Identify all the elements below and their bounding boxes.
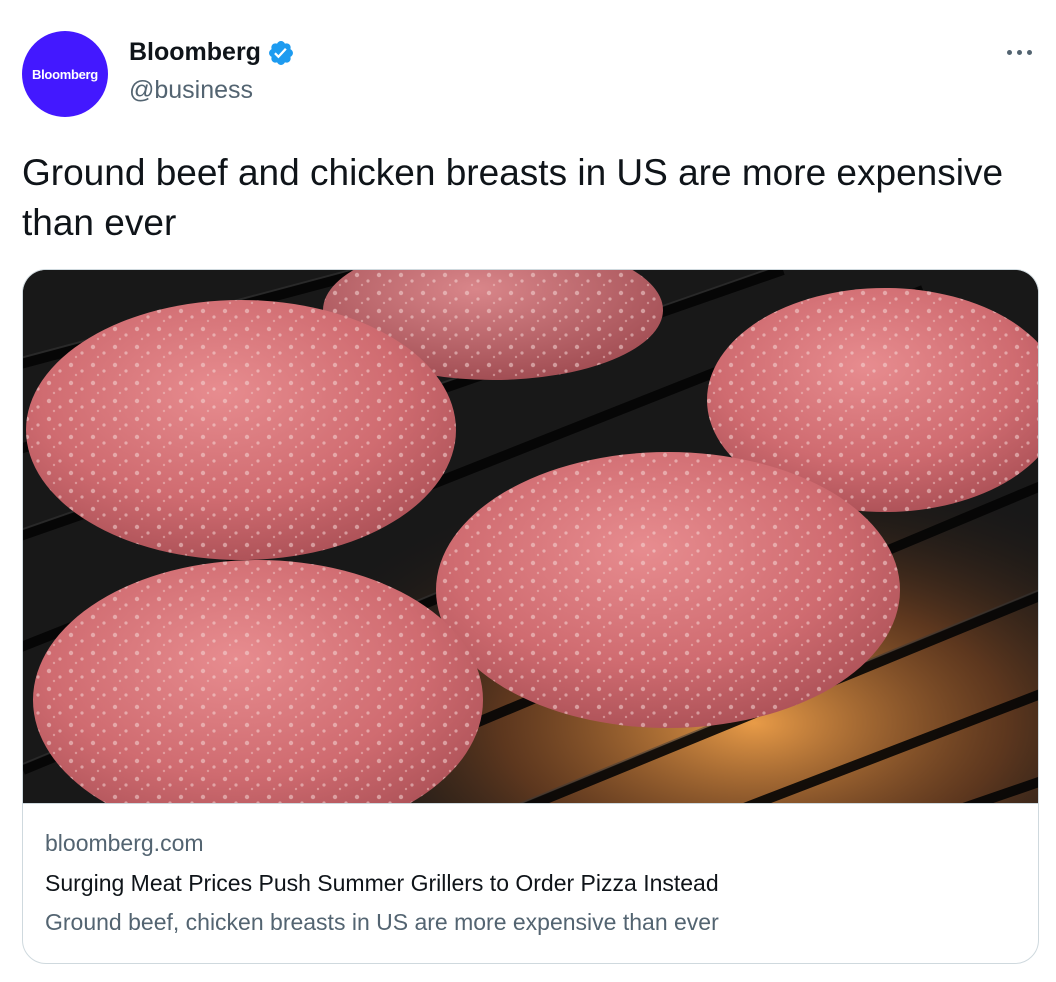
card-image[interactable]	[23, 270, 1038, 803]
tweet-text: Ground beef and chicken breasts in US ar…	[22, 152, 1004, 243]
avatar-logo-text: Bloomberg	[32, 66, 98, 82]
handle[interactable]: @business	[129, 76, 253, 105]
display-name[interactable]: Bloomberg	[129, 38, 261, 67]
avatar[interactable]: Bloomberg	[22, 31, 108, 117]
link-card[interactable]: bloomberg.com Surging Meat Prices Push S…	[22, 269, 1039, 964]
card-description: Ground beef, chicken breasts in US are m…	[45, 909, 719, 935]
grilling-burger-patties-photo	[23, 270, 1038, 803]
card-title[interactable]: Surging Meat Prices Push Summer Grillers…	[45, 870, 719, 897]
author-name-row: Bloomberg	[129, 38, 295, 67]
verified-badge-icon	[268, 40, 293, 65]
tweet: Bloomberg Bloomberg @business Ground bee…	[0, 0, 1056, 982]
card-domain: bloomberg.com	[45, 830, 204, 856]
more-options-icon[interactable]	[1002, 38, 1036, 66]
card-divider	[23, 803, 1038, 804]
